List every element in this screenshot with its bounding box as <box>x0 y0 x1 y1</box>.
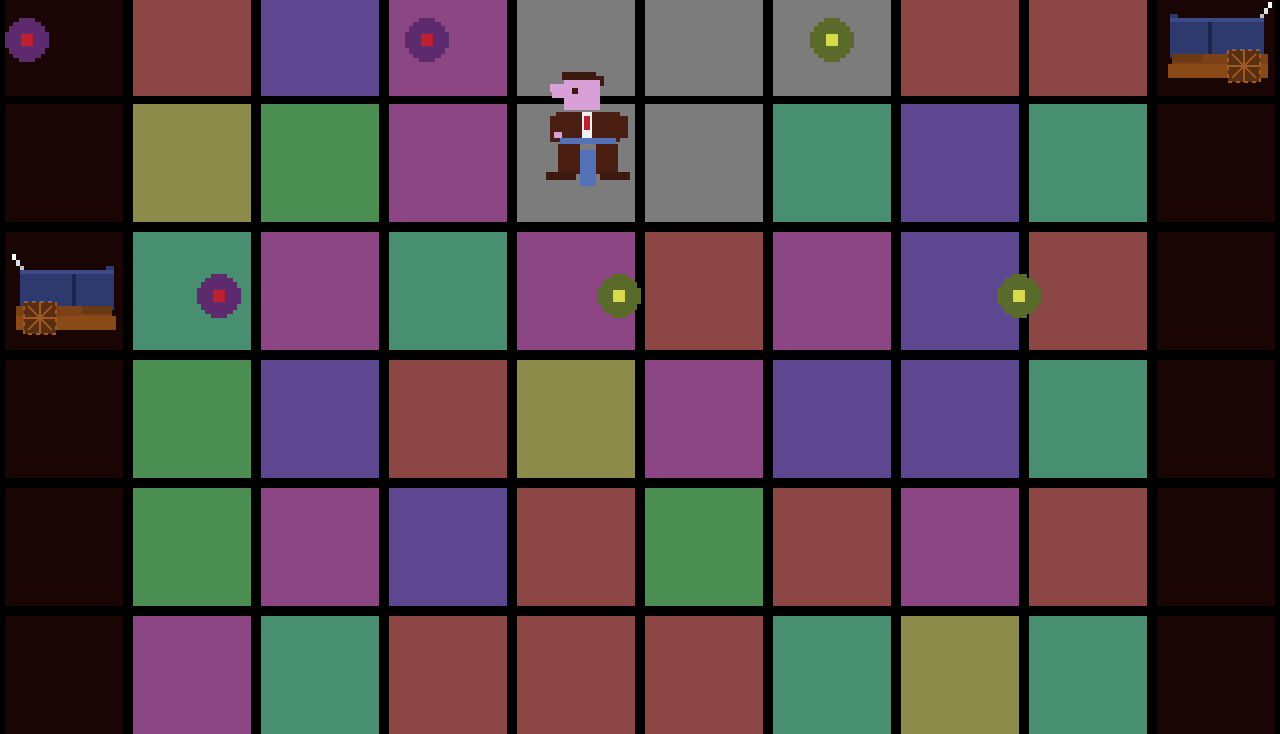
board-tile <box>1157 104 1275 222</box>
board-tile <box>261 360 379 478</box>
board-tile <box>517 488 635 606</box>
board-tile <box>133 360 251 478</box>
board-tile <box>517 616 635 734</box>
board-tile <box>1029 0 1147 96</box>
board-tile <box>5 360 123 478</box>
board-tile <box>5 104 123 222</box>
board-tile <box>133 104 251 222</box>
board-tile <box>261 232 379 350</box>
board-tile <box>773 616 891 734</box>
target-icon <box>810 18 854 62</box>
board-tile <box>389 488 507 606</box>
target-icon <box>5 18 49 62</box>
board-tile <box>389 232 507 350</box>
board-tile <box>901 616 1019 734</box>
board-tile <box>901 104 1019 222</box>
board-tile <box>261 488 379 606</box>
board-tile <box>773 360 891 478</box>
board-tile <box>133 616 251 734</box>
board-tile <box>645 0 763 96</box>
board-tile <box>261 104 379 222</box>
board-tile <box>1157 360 1275 478</box>
board-tile <box>901 360 1019 478</box>
board-tile <box>1029 232 1147 350</box>
board-tile <box>901 488 1019 606</box>
board-tile <box>261 616 379 734</box>
board-tile <box>645 104 763 222</box>
board-tile <box>645 232 763 350</box>
board-tile <box>1157 616 1275 734</box>
board-tile <box>133 0 251 96</box>
board-tile <box>1157 488 1275 606</box>
target-icon <box>597 274 641 318</box>
board-tile <box>1029 360 1147 478</box>
target-icon <box>197 274 241 318</box>
target-icon <box>997 274 1041 318</box>
board-tile <box>901 0 1019 96</box>
board-tile <box>389 360 507 478</box>
board-tile <box>389 104 507 222</box>
game-board[interactable] <box>0 0 1280 734</box>
board-tile <box>1029 616 1147 734</box>
board-tile <box>645 360 763 478</box>
board-tile <box>773 104 891 222</box>
cannon-icon <box>6 252 118 342</box>
board-tile <box>261 0 379 96</box>
board-tile <box>773 232 891 350</box>
board-tile <box>5 488 123 606</box>
board-tile <box>133 488 251 606</box>
cannon-icon <box>1166 0 1278 90</box>
man-in-suit-icon[interactable] <box>544 70 632 190</box>
board-tile <box>773 488 891 606</box>
board-tile <box>517 360 635 478</box>
target-icon <box>405 18 449 62</box>
board-tile <box>645 488 763 606</box>
board-tile <box>5 616 123 734</box>
board-tile <box>1029 488 1147 606</box>
board-tile <box>645 616 763 734</box>
board-tile <box>1029 104 1147 222</box>
board-tile <box>389 616 507 734</box>
board-tile <box>1157 232 1275 350</box>
